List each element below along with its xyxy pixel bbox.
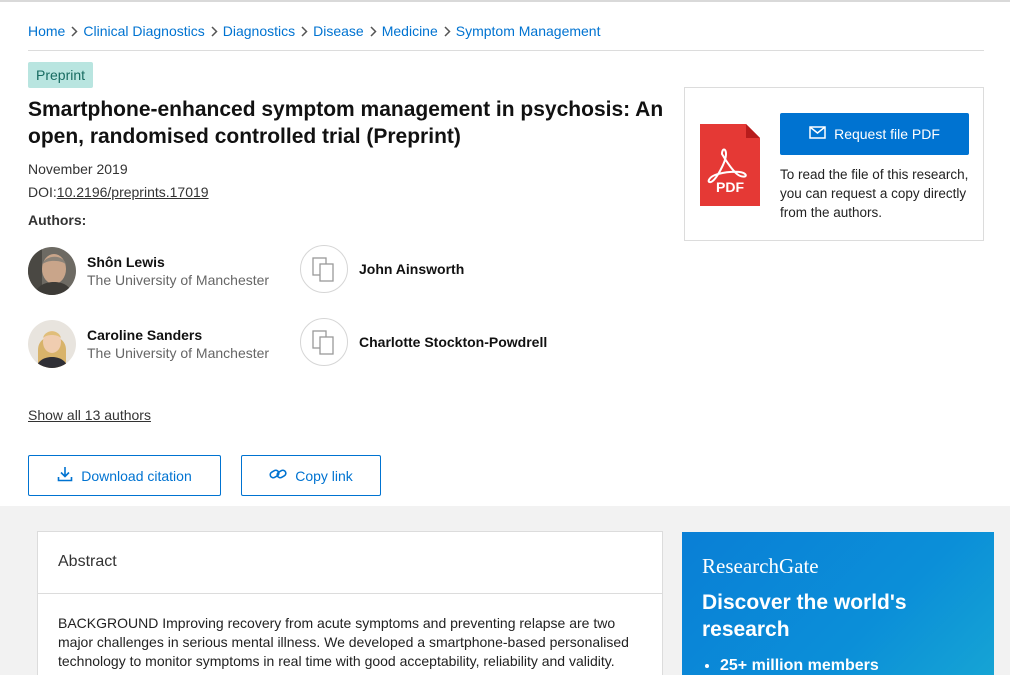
- chevron-right-icon: [301, 25, 308, 37]
- breadcrumb-symptom-management[interactable]: Symptom Management: [456, 23, 601, 39]
- abstract-card: Abstract BACKGROUND Improving recovery f…: [37, 531, 663, 675]
- author-name: John Ainsworth: [359, 261, 465, 277]
- show-all-authors-link[interactable]: Show all 13 authors: [28, 407, 151, 423]
- breadcrumb-disease[interactable]: Disease: [313, 23, 364, 39]
- chevron-right-icon: [71, 25, 78, 37]
- divider: [28, 50, 984, 51]
- breadcrumb-medicine[interactable]: Medicine: [382, 23, 438, 39]
- author-card[interactable]: Charlotte Stockton-Powdrell: [300, 318, 547, 366]
- promo-list-item: 25+ million members: [720, 657, 879, 675]
- breadcrumb: Home Clinical Diagnostics Diagnostics Di…: [28, 23, 600, 39]
- request-file-card: PDF Request file PDF To read the file of…: [684, 87, 984, 241]
- authors-heading: Authors:: [28, 212, 87, 228]
- download-citation-label: Download citation: [81, 467, 192, 484]
- chevron-right-icon: [444, 25, 451, 37]
- abstract-body: BACKGROUND Improving recovery from acute…: [58, 615, 629, 675]
- author-name: Caroline Sanders: [87, 327, 203, 343]
- request-file-pdf-button[interactable]: Request file PDF: [780, 113, 969, 155]
- promo-list: 25+ million members: [720, 657, 879, 675]
- promo-heading: Discover the world's research: [702, 591, 907, 641]
- researchgate-promo[interactable]: ResearchGate Discover the world's resear…: [682, 532, 994, 675]
- copy-link-label: Copy link: [295, 467, 353, 484]
- breadcrumb-home[interactable]: Home: [28, 23, 65, 39]
- author-card[interactable]: John Ainsworth: [300, 245, 464, 293]
- doi-prefix: DOI:: [28, 184, 57, 200]
- copy-link-button[interactable]: Copy link: [241, 455, 381, 496]
- chevron-right-icon: [370, 25, 377, 37]
- author-name: Charlotte Stockton-Powdrell: [359, 334, 548, 350]
- publication-date: November 2019: [28, 161, 128, 177]
- avatar: [28, 320, 76, 368]
- researchgate-logo: ResearchGate: [702, 554, 819, 578]
- author-affiliation: The University of Manchester: [87, 272, 270, 288]
- author-card[interactable]: Caroline Sanders The University of Manch…: [28, 320, 269, 368]
- author-card[interactable]: Shôn Lewis The University of Manchester: [28, 247, 269, 295]
- download-icon: [57, 466, 73, 485]
- author-affiliation: The University of Manchester: [87, 345, 270, 361]
- breadcrumb-clinical-diagnostics[interactable]: Clinical Diagnostics: [83, 23, 204, 39]
- abstract-heading: Abstract: [38, 532, 662, 594]
- breadcrumb-diagnostics[interactable]: Diagnostics: [223, 23, 295, 39]
- request-file-pdf-label: Request file PDF: [834, 126, 940, 142]
- page-title: Smartphone-enhanced symptom management i…: [28, 98, 664, 148]
- mail-icon: [809, 126, 826, 142]
- author-placeholder-icon: [300, 318, 348, 366]
- avatar: [28, 247, 76, 295]
- link-icon: [269, 467, 287, 484]
- doi: DOI:10.2196/preprints.17019: [28, 184, 209, 200]
- pdf-label: PDF: [716, 179, 744, 195]
- preprint-badge: Preprint: [28, 62, 94, 88]
- chevron-right-icon: [211, 25, 218, 37]
- author-name: Shôn Lewis: [87, 254, 165, 270]
- request-info-text: To read the file of this research, you c…: [780, 167, 969, 220]
- doi-link[interactable]: 10.2196/preprints.17019: [57, 184, 209, 200]
- author-placeholder-icon: [300, 245, 348, 293]
- download-citation-button[interactable]: Download citation: [28, 455, 221, 496]
- pdf-icon: PDF: [700, 124, 760, 211]
- top-border: [0, 0, 1010, 2]
